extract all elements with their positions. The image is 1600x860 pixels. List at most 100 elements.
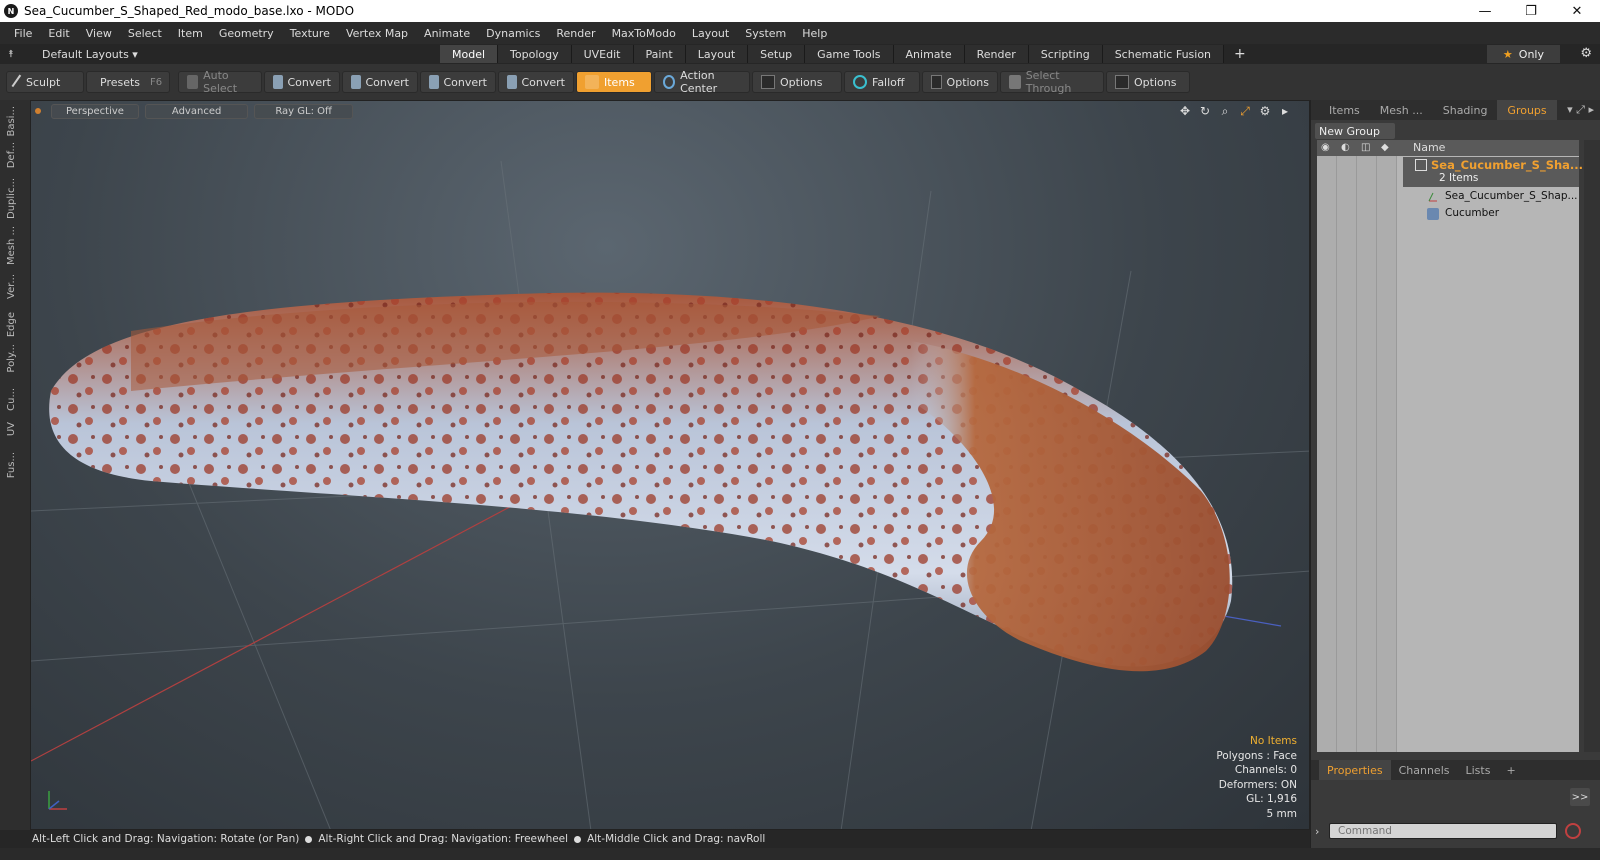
menu-file[interactable]: File	[6, 27, 40, 40]
left-tab-deform[interactable]: Def...	[6, 142, 22, 168]
only-toggle[interactable]: ★ Only	[1486, 45, 1560, 63]
menu-animate[interactable]: Animate	[416, 27, 478, 40]
left-tab-vertex[interactable]: Ver...	[6, 274, 22, 299]
falloff-button[interactable]: Falloff	[844, 71, 920, 93]
new-group-button[interactable]: New Group	[1315, 123, 1395, 139]
tab-paint[interactable]: Paint	[633, 45, 686, 63]
tab-mesh-ops[interactable]: Mesh ...	[1370, 100, 1433, 120]
menu-edit[interactable]: Edit	[40, 27, 77, 40]
tab-uvedit[interactable]: UVEdit	[571, 45, 634, 63]
tab-model[interactable]: Model	[440, 45, 499, 63]
items-mode-button[interactable]: Items	[576, 71, 652, 93]
menu-system[interactable]: System	[737, 27, 794, 40]
menu-render[interactable]: Render	[548, 27, 603, 40]
layouts-label[interactable]: Default Layouts ▾	[42, 48, 138, 61]
tab-shading[interactable]: Shading	[1433, 100, 1498, 120]
add-panel-tab[interactable]: +	[1498, 760, 1523, 780]
menu-layout[interactable]: Layout	[684, 27, 737, 40]
presets-button[interactable]: Presets F6	[86, 71, 170, 93]
restore-button[interactable]: ❐	[1508, 0, 1554, 22]
menu-dynamics[interactable]: Dynamics	[478, 27, 548, 40]
left-tab-fusion[interactable]: Fus...	[6, 452, 22, 478]
menu-view[interactable]: View	[78, 27, 120, 40]
minimize-button[interactable]: —	[1462, 0, 1508, 22]
fit-icon[interactable]: ⤢	[1235, 104, 1255, 119]
tab-animate[interactable]: Animate	[893, 45, 965, 63]
tab-topology[interactable]: Topology	[498, 45, 572, 63]
raygl-dropdown[interactable]: Ray GL: Off	[254, 103, 353, 119]
list-item[interactable]: Sea_Cucumber_S_Shap...	[1403, 189, 1579, 206]
viewport-expand-icon[interactable]: ▸	[1275, 104, 1295, 119]
tab-render[interactable]: Render	[964, 45, 1029, 63]
tab-groups[interactable]: Groups	[1497, 100, 1557, 120]
groups-list-header: ◉ ◐ ◫ ◆ Name	[1317, 140, 1579, 156]
left-tab-mesh[interactable]: Mesh ...	[6, 226, 22, 265]
perspective-dropdown[interactable]: Perspective	[51, 103, 139, 119]
tab-setup[interactable]: Setup	[748, 45, 806, 63]
left-tab-polygon[interactable]: Poly...	[6, 344, 22, 373]
collapse-arrow-icon[interactable]: ⯭	[8, 49, 22, 60]
menu-maxtomodo[interactable]: MaxToModo	[604, 27, 684, 40]
layouts-dropdown[interactable]: ⯭ Default Layouts ▾	[0, 48, 440, 61]
visibility-column	[1317, 140, 1337, 752]
panel-menu-icon[interactable]: ▾ ⤢ ▸	[1567, 103, 1600, 117]
convert-polygons-button[interactable]: Convert	[420, 71, 496, 93]
expand-button[interactable]: >>	[1570, 788, 1590, 806]
zoom-icon[interactable]: ⌕	[1215, 104, 1235, 119]
tab-scripting[interactable]: Scripting	[1028, 45, 1103, 63]
tab-schematic-fusion[interactable]: Schematic Fusion	[1102, 45, 1225, 63]
sea-cucumber-mesh[interactable]	[49, 292, 1233, 672]
menu-item[interactable]: Item	[170, 27, 211, 40]
left-tab-edge[interactable]: Edge	[6, 312, 22, 337]
render-icon[interactable]: ◐	[1341, 142, 1353, 154]
eye-icon[interactable]: ◉	[1321, 142, 1333, 154]
tab-properties[interactable]: Properties	[1319, 760, 1391, 780]
group-row[interactable]: Sea_Cucumber_S_Sha... 2 Items	[1403, 157, 1583, 187]
pan-icon[interactable]: ✥	[1175, 104, 1195, 119]
tab-lists[interactable]: Lists	[1458, 760, 1499, 780]
tab-layout[interactable]: Layout	[685, 45, 749, 63]
presets-label: Presets	[100, 75, 141, 89]
menu-help[interactable]: Help	[794, 27, 835, 40]
convert-edges-button[interactable]: Convert	[342, 71, 418, 93]
viewport-menu-dot[interactable]	[35, 108, 41, 114]
status-bar: Alt-Left Click and Drag: Navigation: Rot…	[0, 830, 1310, 848]
lock-icon[interactable]: ◫	[1361, 142, 1373, 154]
action-center-button[interactable]: Action Center	[654, 69, 750, 95]
left-tab-duplicate[interactable]: Duplic...	[6, 178, 22, 219]
gear-icon[interactable]: ⚙	[1580, 46, 1592, 61]
falloff-options-button[interactable]: Options	[922, 71, 998, 93]
sculpt-button[interactable]: Sculpt	[6, 71, 84, 93]
tab-game-tools[interactable]: Game Tools	[805, 45, 894, 63]
command-history-chevron-icon[interactable]: ›	[1315, 825, 1329, 838]
list-item[interactable]: Cucumber	[1403, 206, 1579, 223]
select-icon[interactable]: ◆	[1381, 142, 1393, 154]
auto-select-button[interactable]: Auto Select	[178, 69, 262, 95]
left-tab-uv[interactable]: UV	[6, 422, 22, 436]
rotate-icon[interactable]: ↻	[1195, 104, 1215, 119]
select-options-button[interactable]: Options	[1106, 71, 1190, 93]
groups-scrollbar[interactable]	[1584, 140, 1600, 752]
advanced-shading-dropdown[interactable]: Advanced	[144, 103, 249, 119]
record-macro-icon[interactable]	[1565, 823, 1581, 839]
left-tab-curve[interactable]: Cu...	[6, 388, 22, 411]
menu-select[interactable]: Select	[120, 27, 170, 40]
menu-vertex-map[interactable]: Vertex Map	[338, 27, 416, 40]
action-center-options-button[interactable]: Options	[752, 71, 842, 93]
polygons-info: Polygons : Face	[1216, 749, 1297, 762]
tab-channels[interactable]: Channels	[1391, 760, 1458, 780]
sculpt-label: Sculpt	[26, 75, 61, 89]
add-tab-button[interactable]: +	[1224, 46, 1256, 62]
menu-texture[interactable]: Texture	[282, 27, 338, 40]
command-input[interactable]	[1329, 823, 1557, 839]
convert-materials-button[interactable]: Convert	[498, 71, 574, 93]
left-tab-basic[interactable]: Basi...	[6, 106, 22, 137]
select-through-button[interactable]: Select Through	[1000, 69, 1104, 95]
close-button[interactable]: ✕	[1554, 0, 1600, 22]
tab-items[interactable]: Items	[1319, 100, 1370, 120]
menu-geometry[interactable]: Geometry	[211, 27, 282, 40]
name-column-header[interactable]: Name	[1413, 141, 1445, 154]
viewport-settings-icon[interactable]: ⚙	[1255, 104, 1275, 119]
3d-viewport[interactable]: Perspective Advanced Ray GL: Off ✥ ↻ ⌕ ⤢…	[30, 100, 1310, 830]
convert-vertices-button[interactable]: Convert	[264, 71, 340, 93]
